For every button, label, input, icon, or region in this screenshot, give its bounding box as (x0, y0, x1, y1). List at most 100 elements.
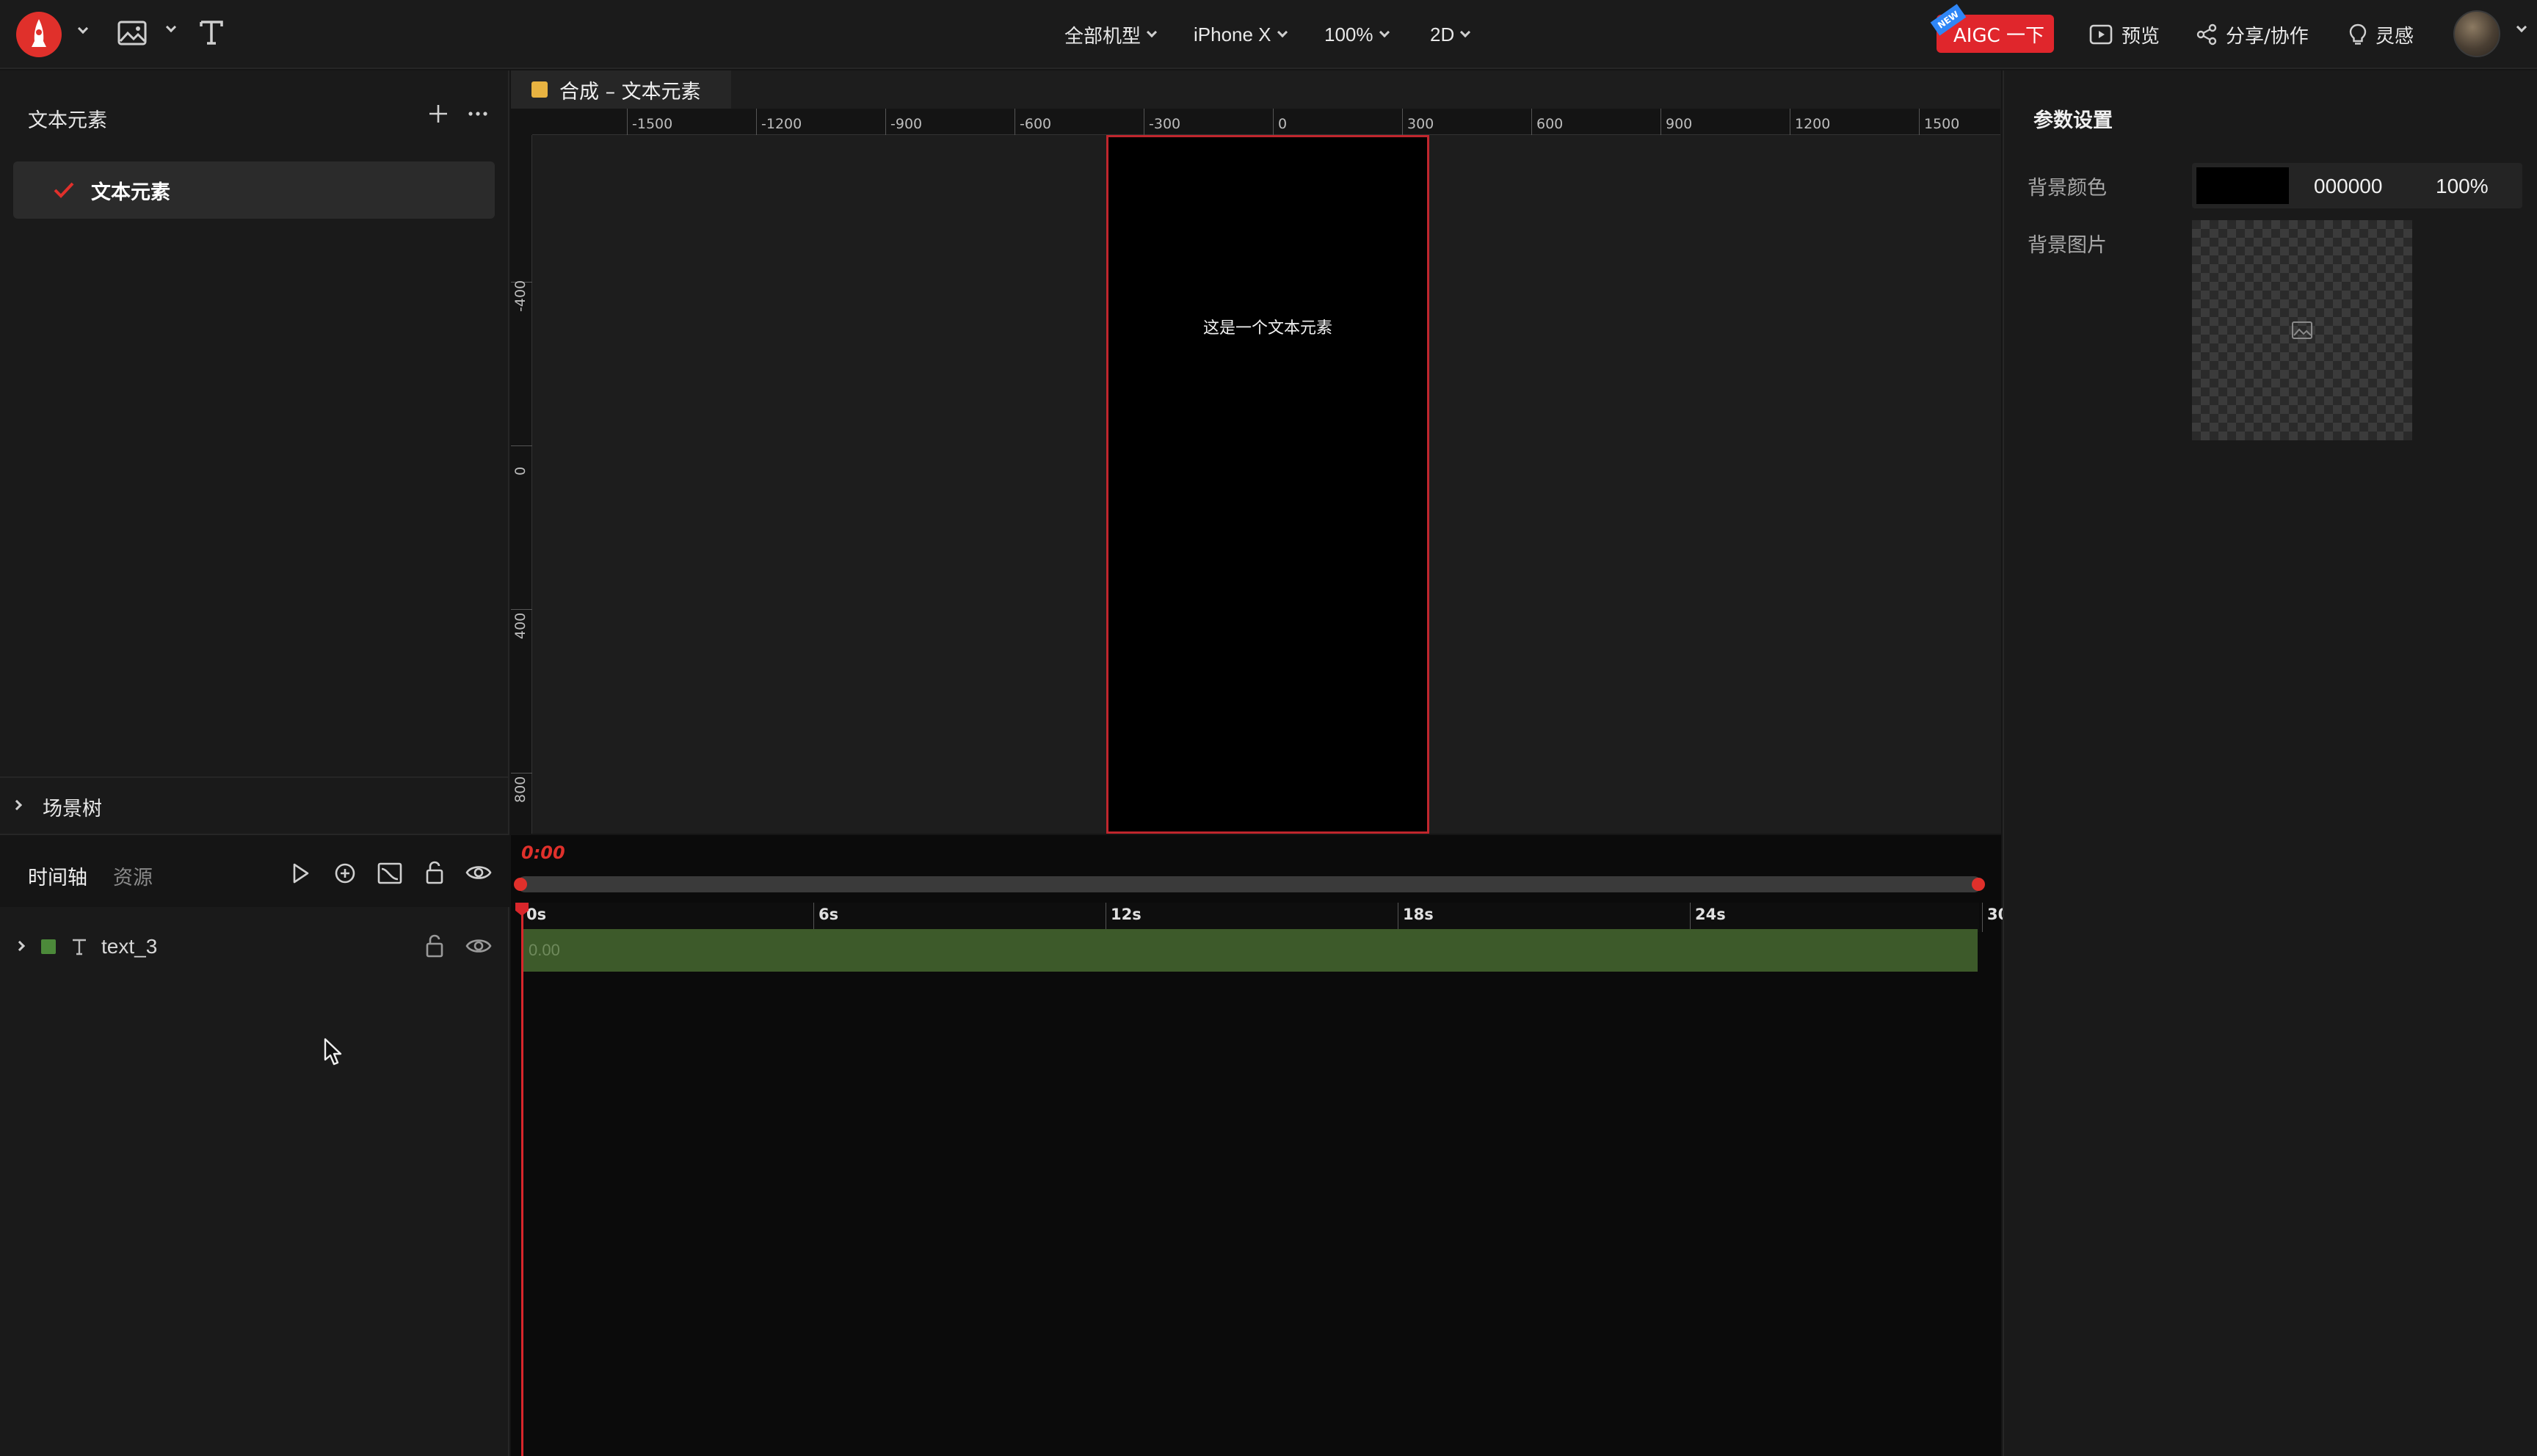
text-t-icon (73, 939, 86, 956)
track-visibility-button[interactable] (465, 936, 492, 958)
text-tool-button[interactable] (197, 18, 232, 51)
tab-assets[interactable]: 资源 (113, 862, 153, 890)
tab-timeline[interactable]: 时间轴 (28, 862, 87, 890)
composition-tab-label: 合成 – 文本元素 (559, 80, 701, 103)
track-clip[interactable]: 0.00 (521, 929, 1978, 972)
curve-icon (377, 862, 402, 884)
aigc-label: AIGC 一下 (1953, 24, 2045, 47)
chevron-down-icon (1277, 26, 1288, 38)
canvas-text-element[interactable]: 这是一个文本元素 (1108, 315, 1427, 338)
device-filter-dropdown[interactable]: 全部机型 (1064, 0, 1158, 69)
preview-label: 预览 (2122, 25, 2160, 48)
bg-color-opacity[interactable]: 100% (2436, 175, 2489, 198)
zoom-label: 100% (1324, 23, 1373, 46)
eye-icon (465, 939, 492, 953)
lightbulb-icon (2349, 23, 2367, 45)
add-circle-icon (335, 863, 355, 884)
unlock-icon (426, 861, 443, 884)
checkmark-icon (54, 182, 74, 198)
vertical-ruler: -400 0 400 800 (511, 135, 532, 834)
chevron-down-icon (2516, 21, 2527, 33)
aigc-button[interactable]: AIGC 一下 NEW (1930, 4, 2054, 53)
app-logo-icon (16, 12, 62, 57)
properties-panel: 参数设置 背景颜色 000000 100% 背景图片 (2003, 70, 2537, 1456)
timeline-area: 0:00 0s6s12s18s24s30s 0.00 (511, 835, 2018, 1456)
composition-color-swatch (531, 81, 548, 98)
avatar (2453, 10, 2500, 57)
add-keyframe-button[interactable] (333, 862, 357, 885)
device-label: iPhone X (1194, 23, 1271, 46)
playhead-line[interactable] (521, 903, 523, 1456)
device-filter-label: 全部机型 (1064, 24, 1142, 47)
chevron-right-icon (11, 799, 23, 811)
ruler-tick-label: -400 (511, 280, 532, 312)
inspiration-button[interactable]: 灵感 (2348, 0, 2414, 69)
ruler-tick-label: 1200 (1790, 109, 1830, 135)
current-time: 0:00 (521, 842, 565, 863)
time-tick-label: 12s (1106, 903, 1142, 932)
mode-label: 2D (1430, 23, 1455, 46)
image-placeholder-icon (2292, 321, 2312, 339)
ruler-tick-label: 1500 (1919, 109, 1959, 135)
plus-icon (429, 105, 447, 123)
chevron-down-icon (165, 21, 177, 33)
more-options-button[interactable] (467, 103, 492, 128)
ruler-tick-label: -1200 (756, 109, 802, 135)
scrubber-end-handle[interactable] (1972, 878, 1985, 891)
bg-color-field[interactable]: 000000 100% (2192, 163, 2522, 208)
bg-image-label: 背景图片 (2028, 234, 2107, 257)
device-canvas[interactable]: 这是一个文本元素 (1106, 135, 1429, 834)
element-list-item[interactable]: 文本元素 (13, 161, 495, 219)
track-name: text_3 (101, 935, 158, 958)
composition-tab[interactable]: 合成 – 文本元素 (511, 70, 731, 109)
preview-button[interactable]: 预览 (2089, 0, 2160, 69)
chevron-down-icon (77, 23, 89, 34)
visibility-all-button[interactable] (465, 863, 492, 882)
element-item-label: 文本元素 (91, 181, 170, 204)
share-button[interactable]: 分享/协作 (2195, 0, 2309, 69)
play-button[interactable] (289, 862, 311, 885)
left-panel: 文本元素 文本元素 场景树 时间轴 资源 text_3 (0, 70, 509, 1456)
bg-color-swatch[interactable] (2196, 167, 2289, 204)
time-tick-label: 18s (1398, 903, 1434, 932)
mode-dropdown[interactable]: 2D (1430, 0, 1471, 69)
scrubber-start-handle[interactable] (514, 878, 527, 891)
user-avatar-menu[interactable] (2453, 10, 2527, 57)
ruler-tick-label: 600 (1531, 109, 1563, 135)
track-row[interactable]: text_3 (0, 922, 509, 970)
ruler-tick-label: 0 (511, 445, 532, 476)
time-tick-label: 6s (813, 903, 838, 932)
eye-icon (465, 866, 492, 879)
horizontal-ruler: -1500 -1200 -900 -600 -300 0 300 600 900 1200 1500 (532, 109, 2000, 135)
device-dropdown[interactable]: iPhone X (1194, 0, 1288, 69)
ruler-corner (511, 109, 532, 135)
zoom-dropdown[interactable]: 100% (1324, 0, 1390, 69)
ruler-tick-label: 300 (1402, 109, 1434, 135)
chevron-down-icon (1146, 26, 1158, 38)
track-lock-button[interactable] (424, 933, 445, 961)
image-tool-button[interactable] (116, 18, 177, 51)
bg-color-label: 背景颜色 (2028, 177, 2107, 200)
chevron-right-icon[interactable] (14, 940, 26, 952)
track-clip-start: 0.00 (529, 941, 560, 959)
ruler-tick-label: 0 (1273, 109, 1287, 135)
ruler-tick-label: 900 (1661, 109, 1692, 135)
scene-tree-header[interactable]: 场景树 (0, 776, 509, 831)
mouse-cursor-icon (324, 1038, 342, 1066)
add-element-button[interactable] (427, 103, 452, 128)
bg-image-picker[interactable] (2192, 220, 2412, 440)
unlock-icon (426, 934, 443, 958)
play-screen-icon (2089, 24, 2113, 45)
inspiration-label: 灵感 (2376, 25, 2414, 48)
time-scrubber[interactable] (514, 876, 1985, 892)
time-ruler: 0s6s12s18s24s30s (521, 903, 2018, 932)
app-logo-menu[interactable] (15, 10, 89, 57)
lock-all-button[interactable] (424, 860, 445, 885)
bg-color-hex[interactable]: 000000 (2314, 175, 2382, 198)
chevron-down-icon (1460, 26, 1471, 38)
ruler-tick-label: -600 (1015, 109, 1051, 135)
scene-tree-label: 场景树 (43, 798, 102, 820)
image-icon (117, 21, 147, 46)
curve-editor-button[interactable] (377, 862, 402, 885)
ruler-tick-label: -1500 (627, 109, 672, 135)
